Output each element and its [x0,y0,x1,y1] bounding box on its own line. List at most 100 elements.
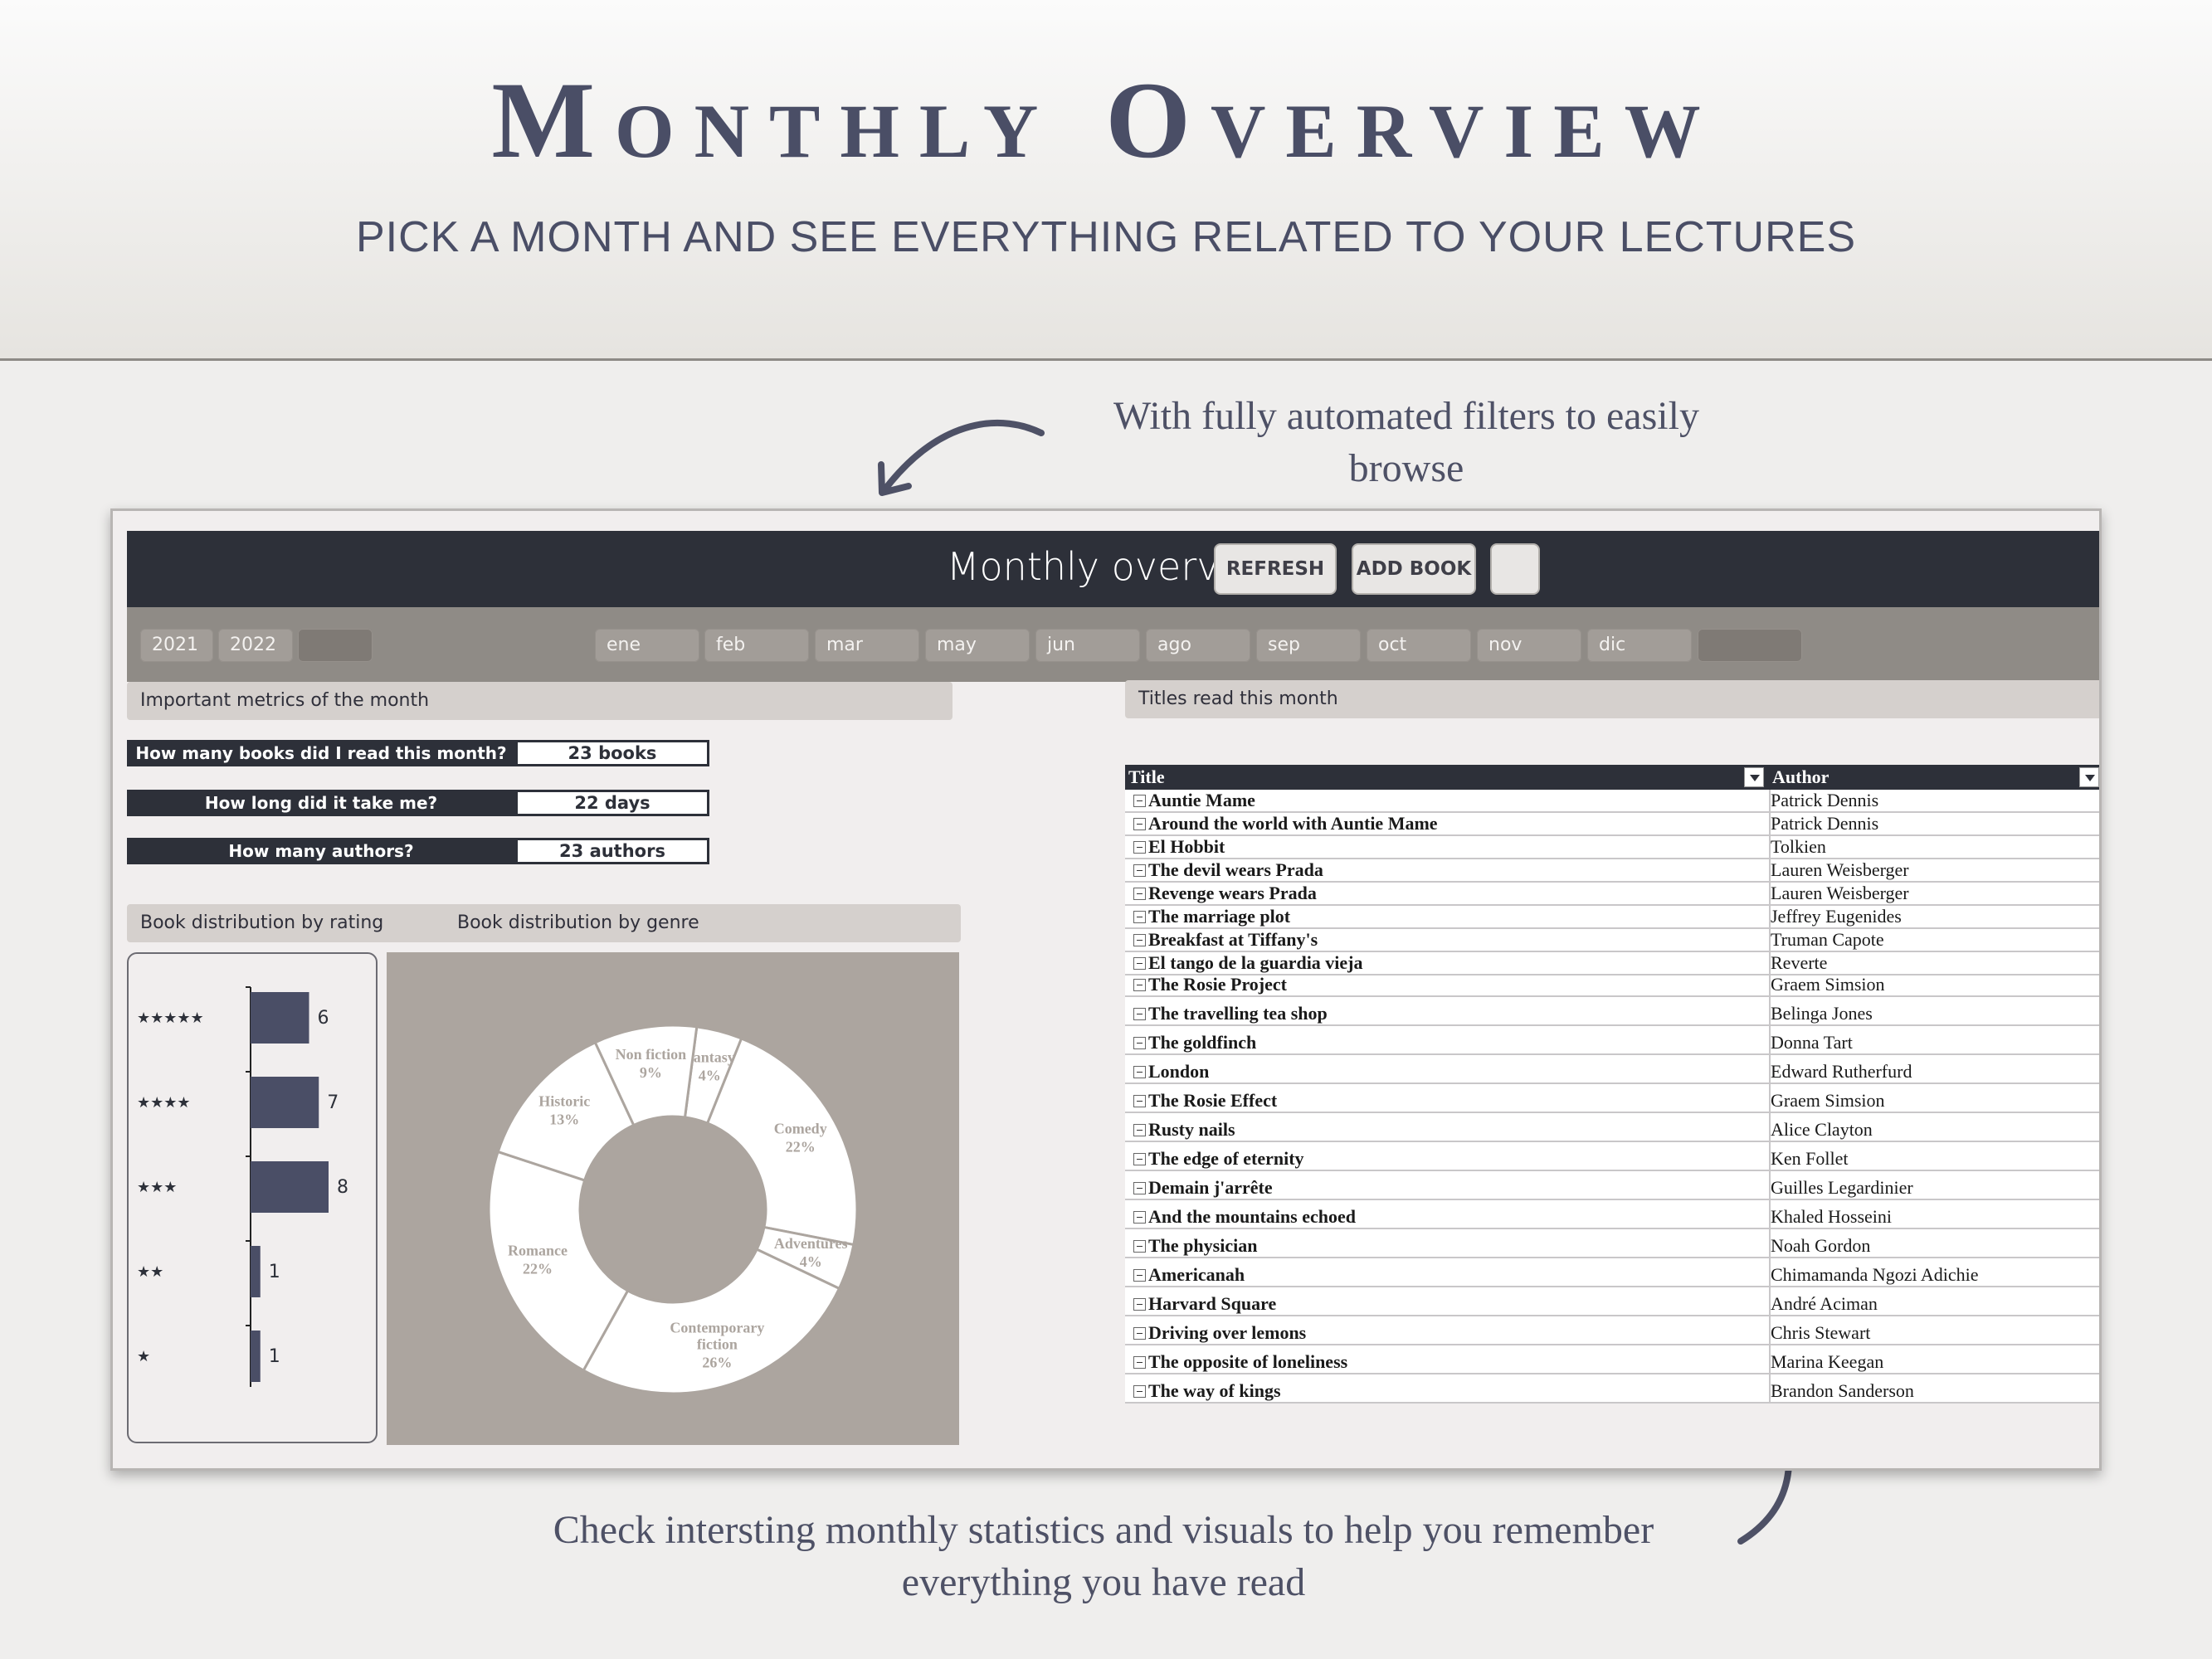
collapse-icon[interactable] [1133,1095,1146,1107]
collapse-icon[interactable] [1133,864,1146,877]
rating-value-label: 1 [269,1346,280,1367]
collapse-icon[interactable] [1133,795,1146,807]
table-row[interactable]: The way of kings Brandon Sanderson [1125,1374,2099,1404]
year-slicer-2021[interactable]: 2021 [140,629,213,662]
collapse-icon[interactable] [1133,818,1146,830]
table-row[interactable]: El tango de la guardia vieja Reverte [1125,952,2099,975]
table-row[interactable]: The physician Noah Gordon [1125,1229,2099,1258]
row-title: El tango de la guardia vieja [1148,952,1363,973]
row-title: The Rosie Effect [1148,1090,1278,1111]
collapse-icon[interactable] [1133,1153,1146,1165]
metric-question-books: How many books did I read this month? [127,740,515,766]
collapse-icon[interactable] [1133,1240,1146,1253]
month-slicer-dic[interactable]: dic [1587,629,1692,662]
table-row[interactable]: Harvard Square André Aciman [1125,1287,2099,1316]
table-row[interactable]: London Edward Rutherfurd [1125,1055,2099,1084]
author-filter-icon[interactable] [2079,767,2099,787]
table-row[interactable]: Demain j'arrête Guilles Legardinier [1125,1171,2099,1200]
row-title: The way of kings [1148,1380,1281,1401]
genre-slice-percent: 22% [523,1261,553,1277]
month-slicer-mar[interactable]: mar [815,629,919,662]
arrow-icon [878,419,1045,496]
row-title: Revenge wears Prada [1148,883,1317,903]
year-slicer-2022[interactable]: 2022 [218,629,293,662]
metric-answer-books: 23 books [515,740,709,766]
month-slicer-nov[interactable]: nov [1477,629,1581,662]
collapse-icon[interactable] [1133,979,1146,991]
table-row[interactable]: The opposite of loneliness Marina Keegan [1125,1345,2099,1374]
table-row[interactable]: The edge of eternity Ken Follet [1125,1142,2099,1171]
metric-question-authors: How many authors? [127,838,515,864]
row-author: Graem Simsion [1771,1090,1885,1111]
collapse-icon[interactable] [1133,1269,1146,1282]
collapse-icon[interactable] [1133,934,1146,946]
table-row[interactable]: The travelling tea shop Belinga Jones [1125,997,2099,1026]
row-author: Guilles Legardinier [1771,1177,1913,1198]
collapse-icon[interactable] [1133,1066,1146,1078]
row-title: Rusty nails [1148,1119,1235,1140]
rating-category-label: ★★★★★ [137,1010,204,1027]
collapse-icon[interactable] [1133,911,1146,923]
table-row[interactable]: Rusty nails Alice Clayton [1125,1113,2099,1142]
year-slicer-blank[interactable] [298,629,373,662]
row-author: Marina Keegan [1771,1351,1884,1372]
collapse-icon[interactable] [1133,1008,1146,1020]
month-slicer-blank[interactable] [1698,629,1802,662]
genre-slice-percent: 22% [786,1138,816,1155]
month-slicer-oct[interactable]: oct [1367,629,1471,662]
table-row[interactable]: The devil wears Prada Lauren Weisberger [1125,859,2099,883]
table-row[interactable]: Driving over lemons Chris Stewart [1125,1316,2099,1345]
collapse-icon[interactable] [1133,957,1146,970]
month-slicer-jun[interactable]: jun [1035,629,1140,662]
title-filter-icon[interactable] [1744,767,1764,787]
month-slicer-sep[interactable]: sep [1256,629,1361,662]
rating-bar [251,992,309,1044]
rating-dist-label: Book distribution by rating [140,912,384,933]
collapse-icon[interactable] [1133,888,1146,900]
collapse-icon[interactable] [1133,1385,1146,1398]
rating-category-label: ★★★★ [137,1094,191,1112]
table-row[interactable]: The goldfinch Donna Tart [1125,1026,2099,1055]
table-row[interactable]: El Hobbit Tolkien [1125,836,2099,859]
row-author: Edward Rutherfurd [1771,1061,1912,1082]
row-title: The physician [1148,1235,1258,1256]
refresh-button[interactable]: REFRESH [1214,543,1337,595]
collapse-icon[interactable] [1133,1182,1146,1194]
collapse-icon[interactable] [1133,1327,1146,1340]
rating-bar [251,1077,319,1128]
collapse-icon[interactable] [1133,841,1146,854]
month-slicer-feb[interactable]: feb [704,629,809,662]
row-author: Donna Tart [1771,1032,1853,1053]
metric-question-days: How long did it take me? [127,790,515,816]
author-column-header: Author [1772,766,1830,787]
add-book-button[interactable]: ADD BOOK [1352,543,1476,595]
collapse-icon[interactable] [1133,1356,1146,1369]
row-author: Patrick Dennis [1771,813,1879,834]
genre-slice-label: Romance [508,1243,568,1259]
table-row[interactable]: The Rosie Effect Graem Simsion [1125,1084,2099,1113]
row-author: Belinga Jones [1771,1003,1873,1024]
table-row[interactable]: Americanah Chimamanda Ngozi Adichie [1125,1258,2099,1287]
collapse-icon[interactable] [1133,1037,1146,1049]
rating-bar [251,1331,261,1382]
table-row[interactable]: Breakfast at Tiffany's Truman Capote [1125,929,2099,952]
month-slicer-may[interactable]: may [925,629,1030,662]
month-slicer-ene[interactable]: ene [595,629,699,662]
table-row[interactable]: Revenge wears Prada Lauren Weisberger [1125,883,2099,906]
table-row[interactable]: The Rosie Project Graem Simsion [1125,974,2099,997]
extra-button[interactable] [1490,543,1540,595]
table-row[interactable]: Auntie Mame Patrick Dennis [1125,790,2099,813]
table-row[interactable]: The marriage plot Jeffrey Eugenides [1125,906,2099,929]
collapse-icon[interactable] [1133,1124,1146,1136]
month-slicer-ago[interactable]: ago [1146,629,1250,662]
metric-answer-days: 22 days [515,790,709,816]
collapse-icon[interactable] [1133,1298,1146,1311]
row-title: El Hobbit [1148,836,1225,857]
row-author: Truman Capote [1771,929,1884,950]
genre-slice-percent: 4% [699,1068,721,1084]
titles-header: Titles read this month [1125,680,2099,718]
table-row[interactable]: Around the world with Auntie Mame Patrick… [1125,813,2099,836]
row-author: Graem Simsion [1771,974,1885,995]
table-row[interactable]: And the mountains echoed Khaled Hosseini [1125,1200,2099,1229]
collapse-icon[interactable] [1133,1211,1146,1224]
